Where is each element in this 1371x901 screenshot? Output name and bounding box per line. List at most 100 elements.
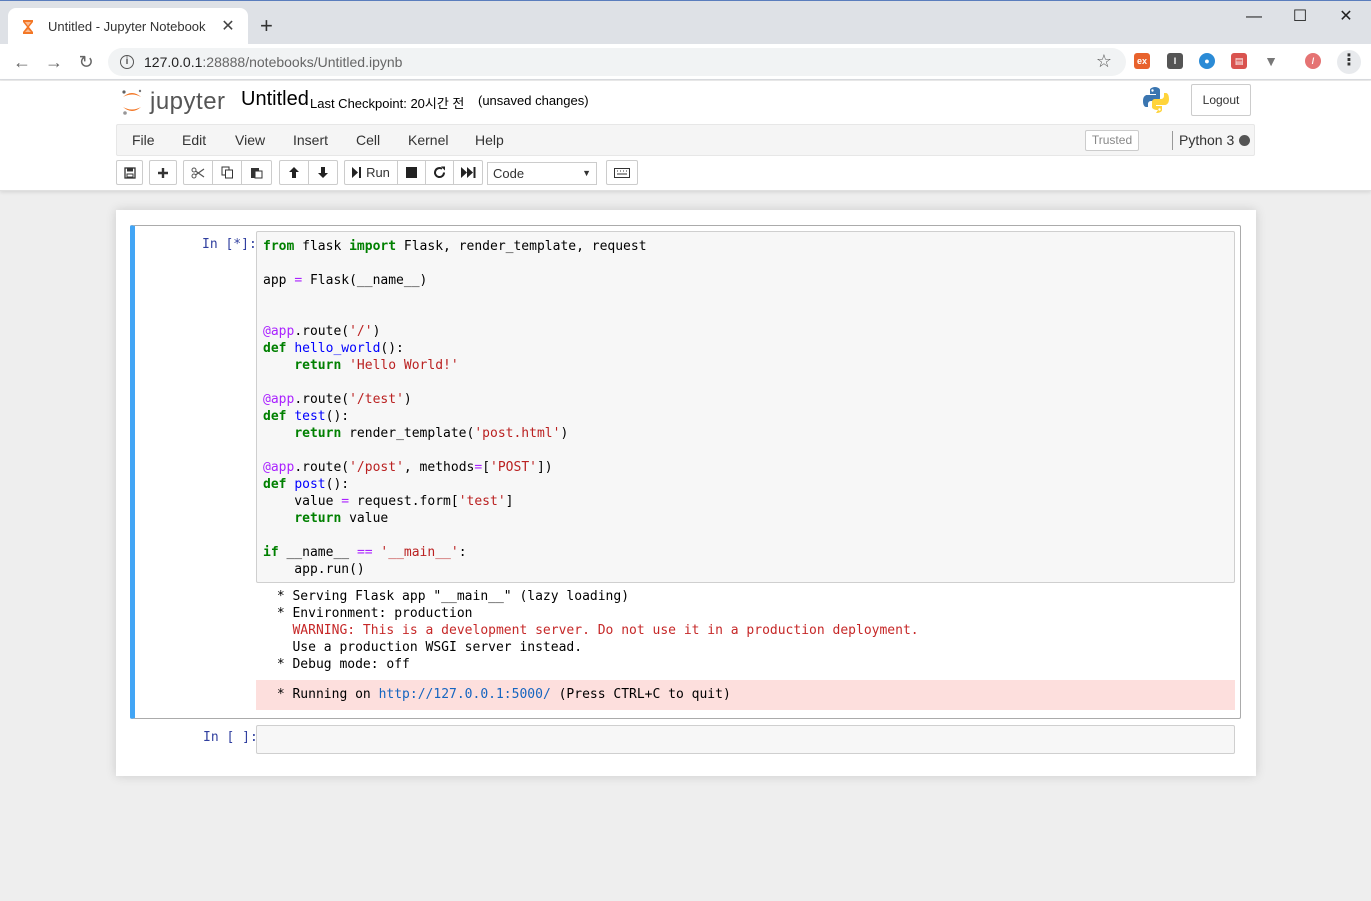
menu-insert[interactable]: Insert <box>293 132 328 148</box>
reload-button[interactable]: ↻ <box>74 50 98 74</box>
back-button[interactable]: ← <box>10 50 34 74</box>
paste-icon <box>251 168 263 179</box>
restart-kernel-button[interactable] <box>425 160 454 185</box>
output-line: * Debug mode: off <box>269 657 410 672</box>
code-text: from flask import Flask, render_template… <box>263 238 647 578</box>
jupyter-logo[interactable]: jupyter <box>120 87 226 117</box>
tab-title: Untitled - Jupyter Notebook <box>48 19 206 34</box>
keyboard-icon <box>614 167 630 178</box>
paste-button[interactable] <box>241 160 272 185</box>
plus-icon <box>158 167 168 178</box>
kernel-separator <box>1172 131 1173 150</box>
extension-icon-2[interactable]: I <box>1167 53 1183 69</box>
extension-icon-4[interactable]: ▤ <box>1231 53 1247 69</box>
browser-menu-icon[interactable]: ⋮ <box>1337 50 1361 74</box>
output-line: * Environment: production <box>269 606 473 621</box>
profile-avatar[interactable]: / <box>1305 53 1321 69</box>
code-line-6: @app.route('/') <box>263 324 381 339</box>
save-button[interactable] <box>116 160 143 185</box>
url-path: :28888/notebooks/Untitled.ipynb <box>202 54 403 70</box>
menu-edit[interactable]: Edit <box>182 132 206 148</box>
copy-button[interactable] <box>212 160 242 185</box>
menu-kernel[interactable]: Kernel <box>408 132 448 148</box>
browser-tab[interactable]: Untitled - Jupyter Notebook ✕ <box>8 8 248 45</box>
copy-icon <box>221 166 233 179</box>
bookmark-star-icon[interactable]: ☆ <box>1096 51 1112 72</box>
logout-button[interactable]: Logout <box>1191 84 1251 116</box>
output-warning-line: WARNING: This is a development server. D… <box>269 623 919 638</box>
maximize-button[interactable]: ☐ <box>1277 3 1323 31</box>
save-icon <box>123 166 136 179</box>
code-line-19: if __name__ == '__main__': <box>263 545 467 560</box>
code-line-3: app = Flask(__name__) <box>263 273 428 288</box>
last-checkpoint: Last Checkpoint: 20시간 전 <box>310 96 465 111</box>
new-tab-button[interactable]: + <box>260 15 273 37</box>
hourglass-icon <box>20 19 36 35</box>
input-prompt: In [*]: <box>202 237 257 252</box>
code-cell-empty[interactable]: In [ ]: <box>130 722 1241 758</box>
kernel-busy-indicator <box>1239 135 1250 146</box>
menu-help[interactable]: Help <box>475 132 504 148</box>
chevron-down-icon: ▼ <box>582 168 591 178</box>
stderr-prefix: * Running on <box>269 687 379 702</box>
extension-filter-icon[interactable]: ▼ <box>1263 53 1279 69</box>
url-host: 127.0.0.1 <box>144 54 203 70</box>
input-prompt: In [ ]: <box>203 730 258 745</box>
autosave-status: (unsaved changes) <box>478 93 589 108</box>
menu-view[interactable]: View <box>235 132 265 148</box>
extension-globe-icon[interactable]: ● <box>1199 53 1215 69</box>
interrupt-kernel-button[interactable] <box>397 160 426 185</box>
move-up-button[interactable] <box>279 160 309 185</box>
code-line-15: def post(): <box>263 477 350 492</box>
code-line-11: def test(): <box>263 409 350 424</box>
server-url-link[interactable]: http://127.0.0.1:5000/ <box>379 687 551 702</box>
minimize-button[interactable]: — <box>1231 3 1277 31</box>
cell-output: * Serving Flask app "__main__" (lazy loa… <box>256 588 1235 710</box>
url-omnibox[interactable]: i 127.0.0.1:28888/notebooks/Untitled.ipy… <box>108 48 1126 76</box>
code-line-14: @app.route('/post', methods=['POST']) <box>263 460 553 475</box>
code-cell-selected[interactable]: In [*]: from flask import Flask, render_… <box>130 225 1241 719</box>
notebook-menubar: File Edit View Insert Cell Kernel Help T… <box>116 124 1255 156</box>
code-line-16: value = request.form['test'] <box>263 494 514 509</box>
close-window-button[interactable]: ✕ <box>1323 3 1369 31</box>
notebook-container: In [*]: from flask import Flask, render_… <box>116 210 1256 776</box>
run-label: Run <box>366 165 390 180</box>
notebook-name[interactable]: Untitled <box>241 88 309 111</box>
code-editor[interactable]: from flask import Flask, render_template… <box>256 231 1235 583</box>
tab-close-icon[interactable]: ✕ <box>220 18 236 35</box>
code-line-10: @app.route('/test') <box>263 392 412 407</box>
step-forward-icon <box>352 167 362 178</box>
command-palette-button[interactable] <box>606 160 638 185</box>
restart-run-all-button[interactable] <box>453 160 483 185</box>
code-line-7: def hello_world(): <box>263 341 404 356</box>
move-down-button[interactable] <box>308 160 338 185</box>
arrow-up-icon <box>289 167 299 178</box>
scissors-icon <box>191 167 205 178</box>
menu-file[interactable]: File <box>132 132 155 148</box>
fast-forward-icon <box>460 167 475 178</box>
code-line-1: from flask import Flask, render_template… <box>263 239 647 254</box>
trusted-indicator[interactable]: Trusted <box>1085 130 1139 151</box>
cell-type-select[interactable]: Code ▼ <box>487 162 597 185</box>
cut-button[interactable] <box>183 160 213 185</box>
browser-tabstrip: Untitled - Jupyter Notebook ✕ + — ☐ ✕ <box>0 0 1371 45</box>
jupyter-logo-icon <box>122 89 142 115</box>
code-editor[interactable] <box>256 725 1235 754</box>
output-line: * Serving Flask app "__main__" (lazy loa… <box>269 589 630 604</box>
forward-button[interactable]: → <box>42 50 66 74</box>
code-line-8: return 'Hello World!' <box>294 358 459 373</box>
menu-cell[interactable]: Cell <box>356 132 380 148</box>
code-line-17: return value <box>294 511 389 526</box>
stderr-suffix: (Press CTRL+C to quit) <box>550 687 731 702</box>
insert-cell-button[interactable] <box>149 160 177 185</box>
output-line: Use a production WSGI server instead. <box>269 640 583 655</box>
stdout-output: * Serving Flask app "__main__" (lazy loa… <box>256 588 1235 673</box>
address-bar-row: ← → ↻ i 127.0.0.1:28888/notebooks/Untitl… <box>0 44 1371 80</box>
restart-icon <box>434 166 446 179</box>
arrow-down-icon <box>318 167 328 178</box>
stderr-output: * Running on http://127.0.0.1:5000/ (Pre… <box>256 680 1235 710</box>
extension-icon-1[interactable]: ex <box>1134 53 1150 69</box>
info-icon[interactable]: i <box>120 55 134 69</box>
run-button[interactable]: Run <box>344 160 398 185</box>
jupyter-logo-text: jupyter <box>150 88 226 115</box>
